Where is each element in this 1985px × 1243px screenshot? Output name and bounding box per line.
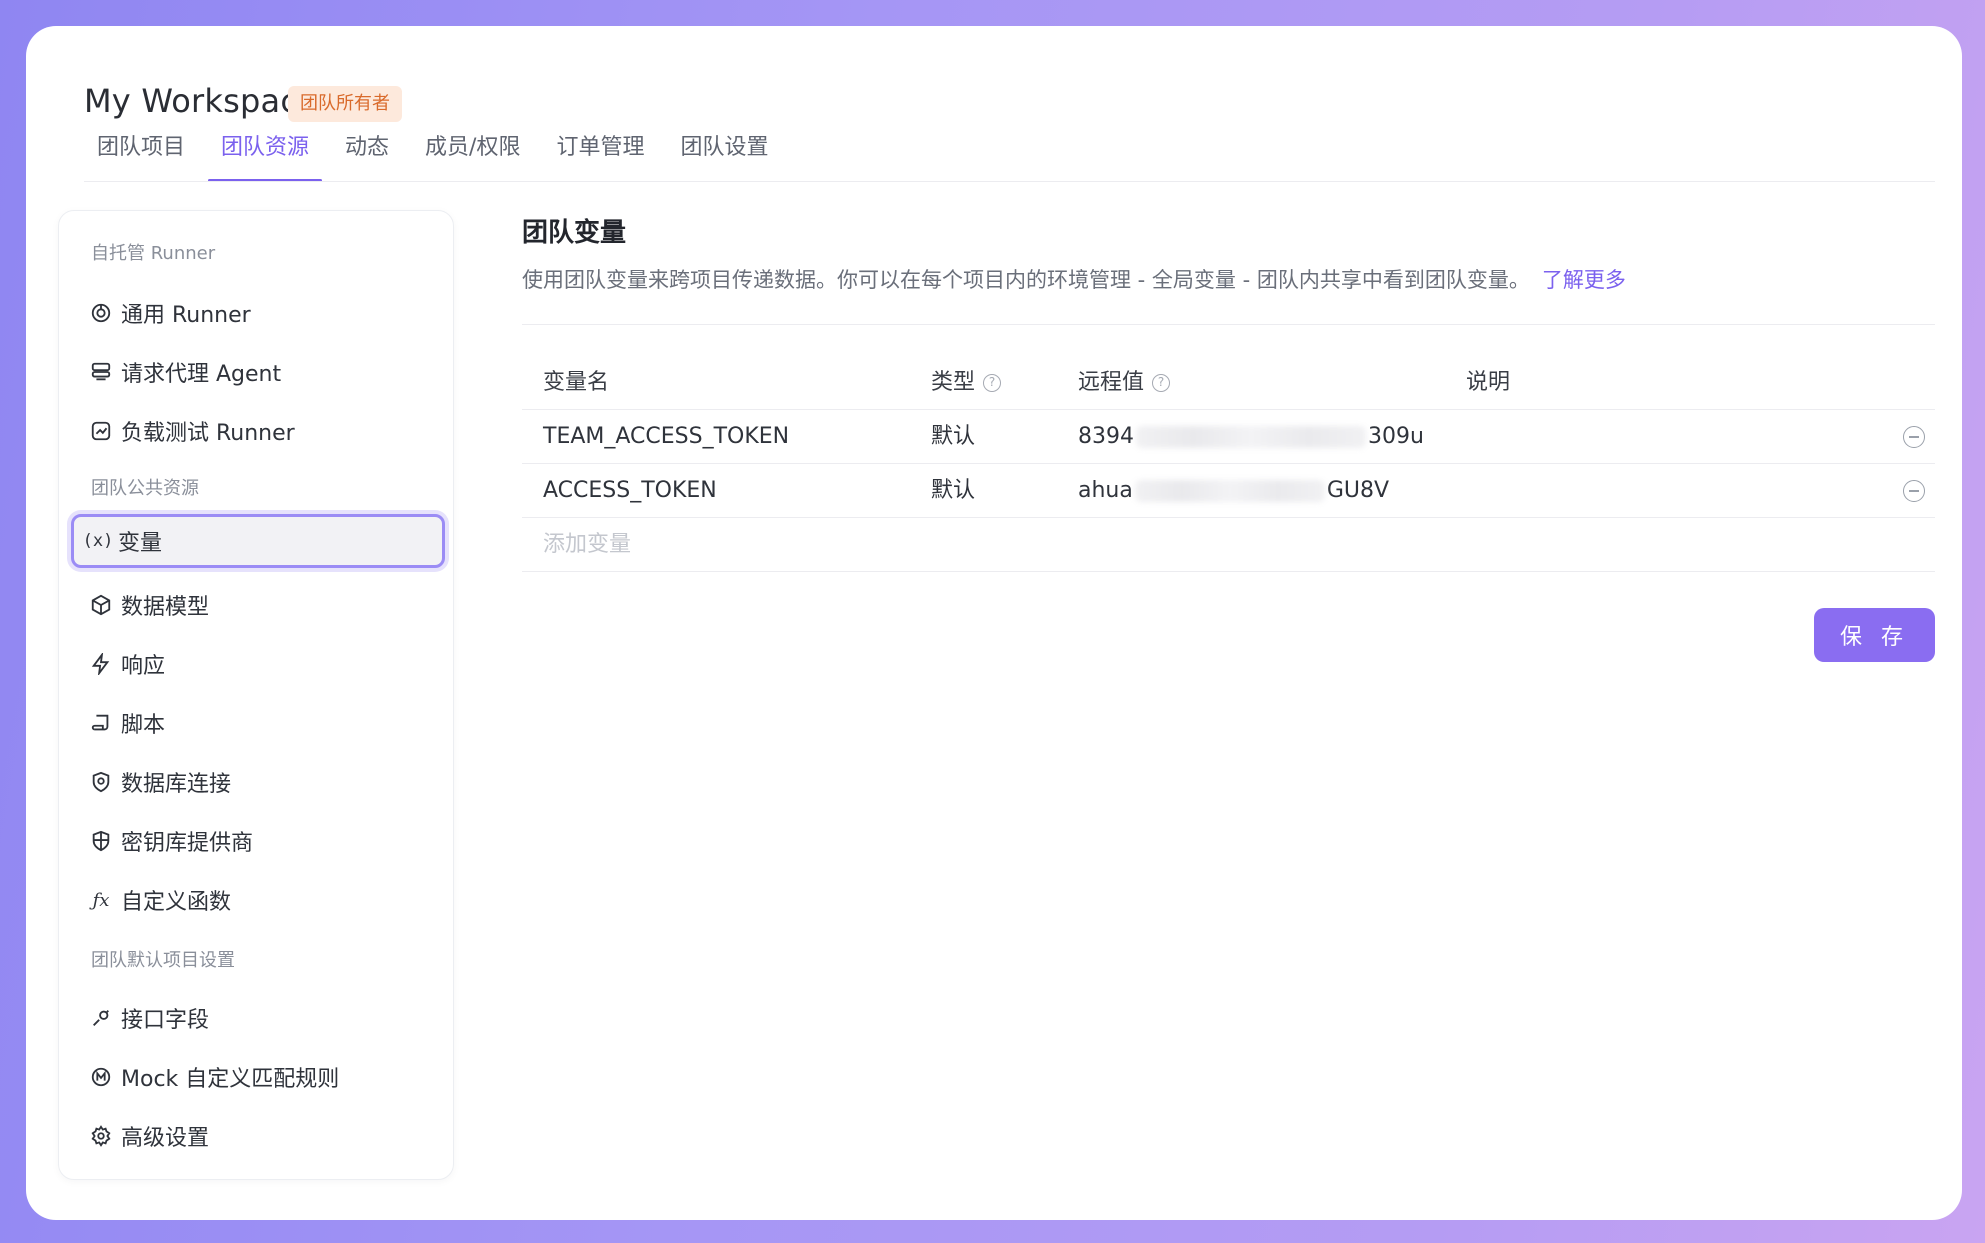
sidebar-item-variables[interactable]: (x) 变量 [71, 514, 445, 568]
tab-orders[interactable]: 订单管理 [543, 126, 657, 182]
save-button[interactable]: 保 存 [1814, 608, 1935, 662]
tabs-divider [84, 181, 1935, 182]
runner-icon [89, 301, 113, 325]
sidebar-item-label: 响应 [121, 654, 166, 679]
variable-type[interactable]: 默认 [931, 464, 975, 518]
value-prefix: ahua [1078, 478, 1133, 503]
column-header-type: 类型? [931, 356, 1002, 410]
help-icon[interactable]: ? [1152, 374, 1171, 392]
sidebar-item-load-test-runner[interactable]: 负载测试 Runner [77, 404, 437, 458]
value-suffix: GU8V [1326, 478, 1390, 503]
function-icon: ƒx [92, 889, 110, 911]
sidebar-item-scripts[interactable]: 脚本 [77, 696, 437, 750]
column-header-name: 变量名 [543, 370, 610, 395]
sidebar-item-vault-providers[interactable]: 密钥库提供商 [77, 814, 437, 868]
app-window: My Workspace 团队所有者 团队项目 团队资源 动态 成员/权限 订单… [26, 26, 1962, 1220]
agent-icon [89, 360, 113, 384]
sidebar-item-api-fields[interactable]: 接口字段 [77, 991, 437, 1045]
sidebar-item-label: 接口字段 [121, 1008, 210, 1033]
variables-table: 变量名 类型? 远程值? 说明 TEAM_ACCESS_TOKEN 默认 839… [522, 356, 1935, 572]
lightning-icon [89, 652, 113, 676]
sidebar-item-label: 通用 Runner [121, 303, 251, 328]
sidebar-item-general-runner[interactable]: 通用 Runner [77, 286, 437, 340]
table-header: 变量名 类型? 远程值? 说明 [522, 356, 1935, 410]
gear-icon [89, 1124, 113, 1148]
masked-value [1136, 426, 1366, 448]
table-row[interactable]: TEAM_ACCESS_TOKEN 默认 8394 309u [522, 410, 1935, 464]
page-title: 团队变量 [522, 218, 627, 248]
content-divider [522, 324, 1935, 325]
masked-value [1134, 480, 1325, 502]
column-header-remote-value-label: 远程值 [1078, 370, 1145, 395]
sidebar-item-mock-rules[interactable]: Mock 自定义匹配规则 [77, 1050, 437, 1104]
description-text: 使用团队变量来跨项目传递数据。你可以在每个项目内的环境管理 - 全局变量 - 团… [522, 268, 1530, 292]
sidebar-item-responses[interactable]: 响应 [77, 637, 437, 691]
shield-icon [89, 829, 113, 853]
sidebar-item-database-connections[interactable]: 数据库连接 [77, 755, 437, 809]
script-icon [89, 711, 113, 735]
tab-team-resources[interactable]: 团队资源 [208, 126, 323, 182]
column-header-type-label: 类型 [931, 370, 976, 395]
database-icon [89, 770, 113, 794]
role-badge: 团队所有者 [288, 86, 402, 122]
resources-sidebar: 自托管 Runner 通用 Runner 请求代理 Agent 负载测试 Run… [58, 210, 454, 1180]
value-prefix: 8394 [1078, 424, 1134, 449]
sidebar-item-label: 自定义函数 [121, 890, 232, 915]
sidebar-group-default-settings: 团队默认项目设置 [91, 950, 235, 971]
add-variable-input[interactable]: 添加变量 [543, 518, 631, 572]
sidebar-item-advanced-settings[interactable]: 高级设置 [77, 1109, 437, 1163]
workspace-title: My Workspace [84, 82, 319, 120]
link-icon [89, 1006, 113, 1030]
mock-icon [89, 1065, 113, 1089]
variable-remote-value[interactable]: ahua GU8V [1078, 464, 1389, 518]
remove-icon[interactable] [1903, 426, 1925, 448]
tab-team-settings[interactable]: 团队设置 [667, 126, 781, 182]
column-header-description: 说明 [1466, 370, 1511, 395]
table-row[interactable]: ACCESS_TOKEN 默认 ahua GU8V [522, 464, 1935, 518]
sidebar-group-runner: 自托管 Runner [91, 243, 216, 264]
workspace-tabs: 团队项目 团队资源 动态 成员/权限 订单管理 团队设置 [84, 126, 792, 182]
tab-members[interactable]: 成员/权限 [412, 126, 533, 182]
variable-icon: (x) [82, 531, 114, 551]
sidebar-item-label: 负载测试 Runner [121, 421, 295, 446]
sidebar-item-label: 数据模型 [121, 595, 210, 620]
tab-activity[interactable]: 动态 [332, 126, 402, 182]
variable-name[interactable]: ACCESS_TOKEN [543, 464, 717, 518]
add-variable-row[interactable]: 添加变量 [522, 518, 1935, 572]
variable-name[interactable]: TEAM_ACCESS_TOKEN [543, 410, 789, 464]
tab-team-projects[interactable]: 团队项目 [84, 126, 198, 182]
sidebar-item-label: 脚本 [121, 713, 166, 738]
sidebar-item-label: Mock 自定义匹配规则 [121, 1067, 340, 1092]
sidebar-item-label: 密钥库提供商 [121, 831, 254, 856]
value-suffix: 309u [1368, 424, 1424, 449]
sidebar-item-label: 高级设置 [121, 1126, 210, 1151]
variable-remote-value[interactable]: 8394 309u [1078, 410, 1424, 464]
page-description: 使用团队变量来跨项目传递数据。你可以在每个项目内的环境管理 - 全局变量 - 团… [522, 264, 1626, 294]
sidebar-item-proxy-agent[interactable]: 请求代理 Agent [77, 345, 437, 399]
cube-icon [89, 593, 113, 617]
remove-icon[interactable] [1903, 480, 1925, 502]
learn-more-link[interactable]: 了解更多 [1542, 268, 1626, 292]
sidebar-group-public-resources: 团队公共资源 [91, 478, 199, 499]
variable-type[interactable]: 默认 [931, 410, 975, 464]
sidebar-item-custom-functions[interactable]: ƒx 自定义函数 [77, 873, 437, 927]
column-header-remote-value: 远程值? [1078, 356, 1171, 410]
sidebar-item-data-models[interactable]: 数据模型 [77, 578, 437, 632]
sidebar-item-label: 数据库连接 [121, 772, 232, 797]
sidebar-item-label: 变量 [118, 531, 163, 556]
help-icon[interactable]: ? [983, 374, 1002, 392]
chart-icon [89, 419, 113, 443]
sidebar-item-label: 请求代理 Agent [121, 362, 282, 387]
